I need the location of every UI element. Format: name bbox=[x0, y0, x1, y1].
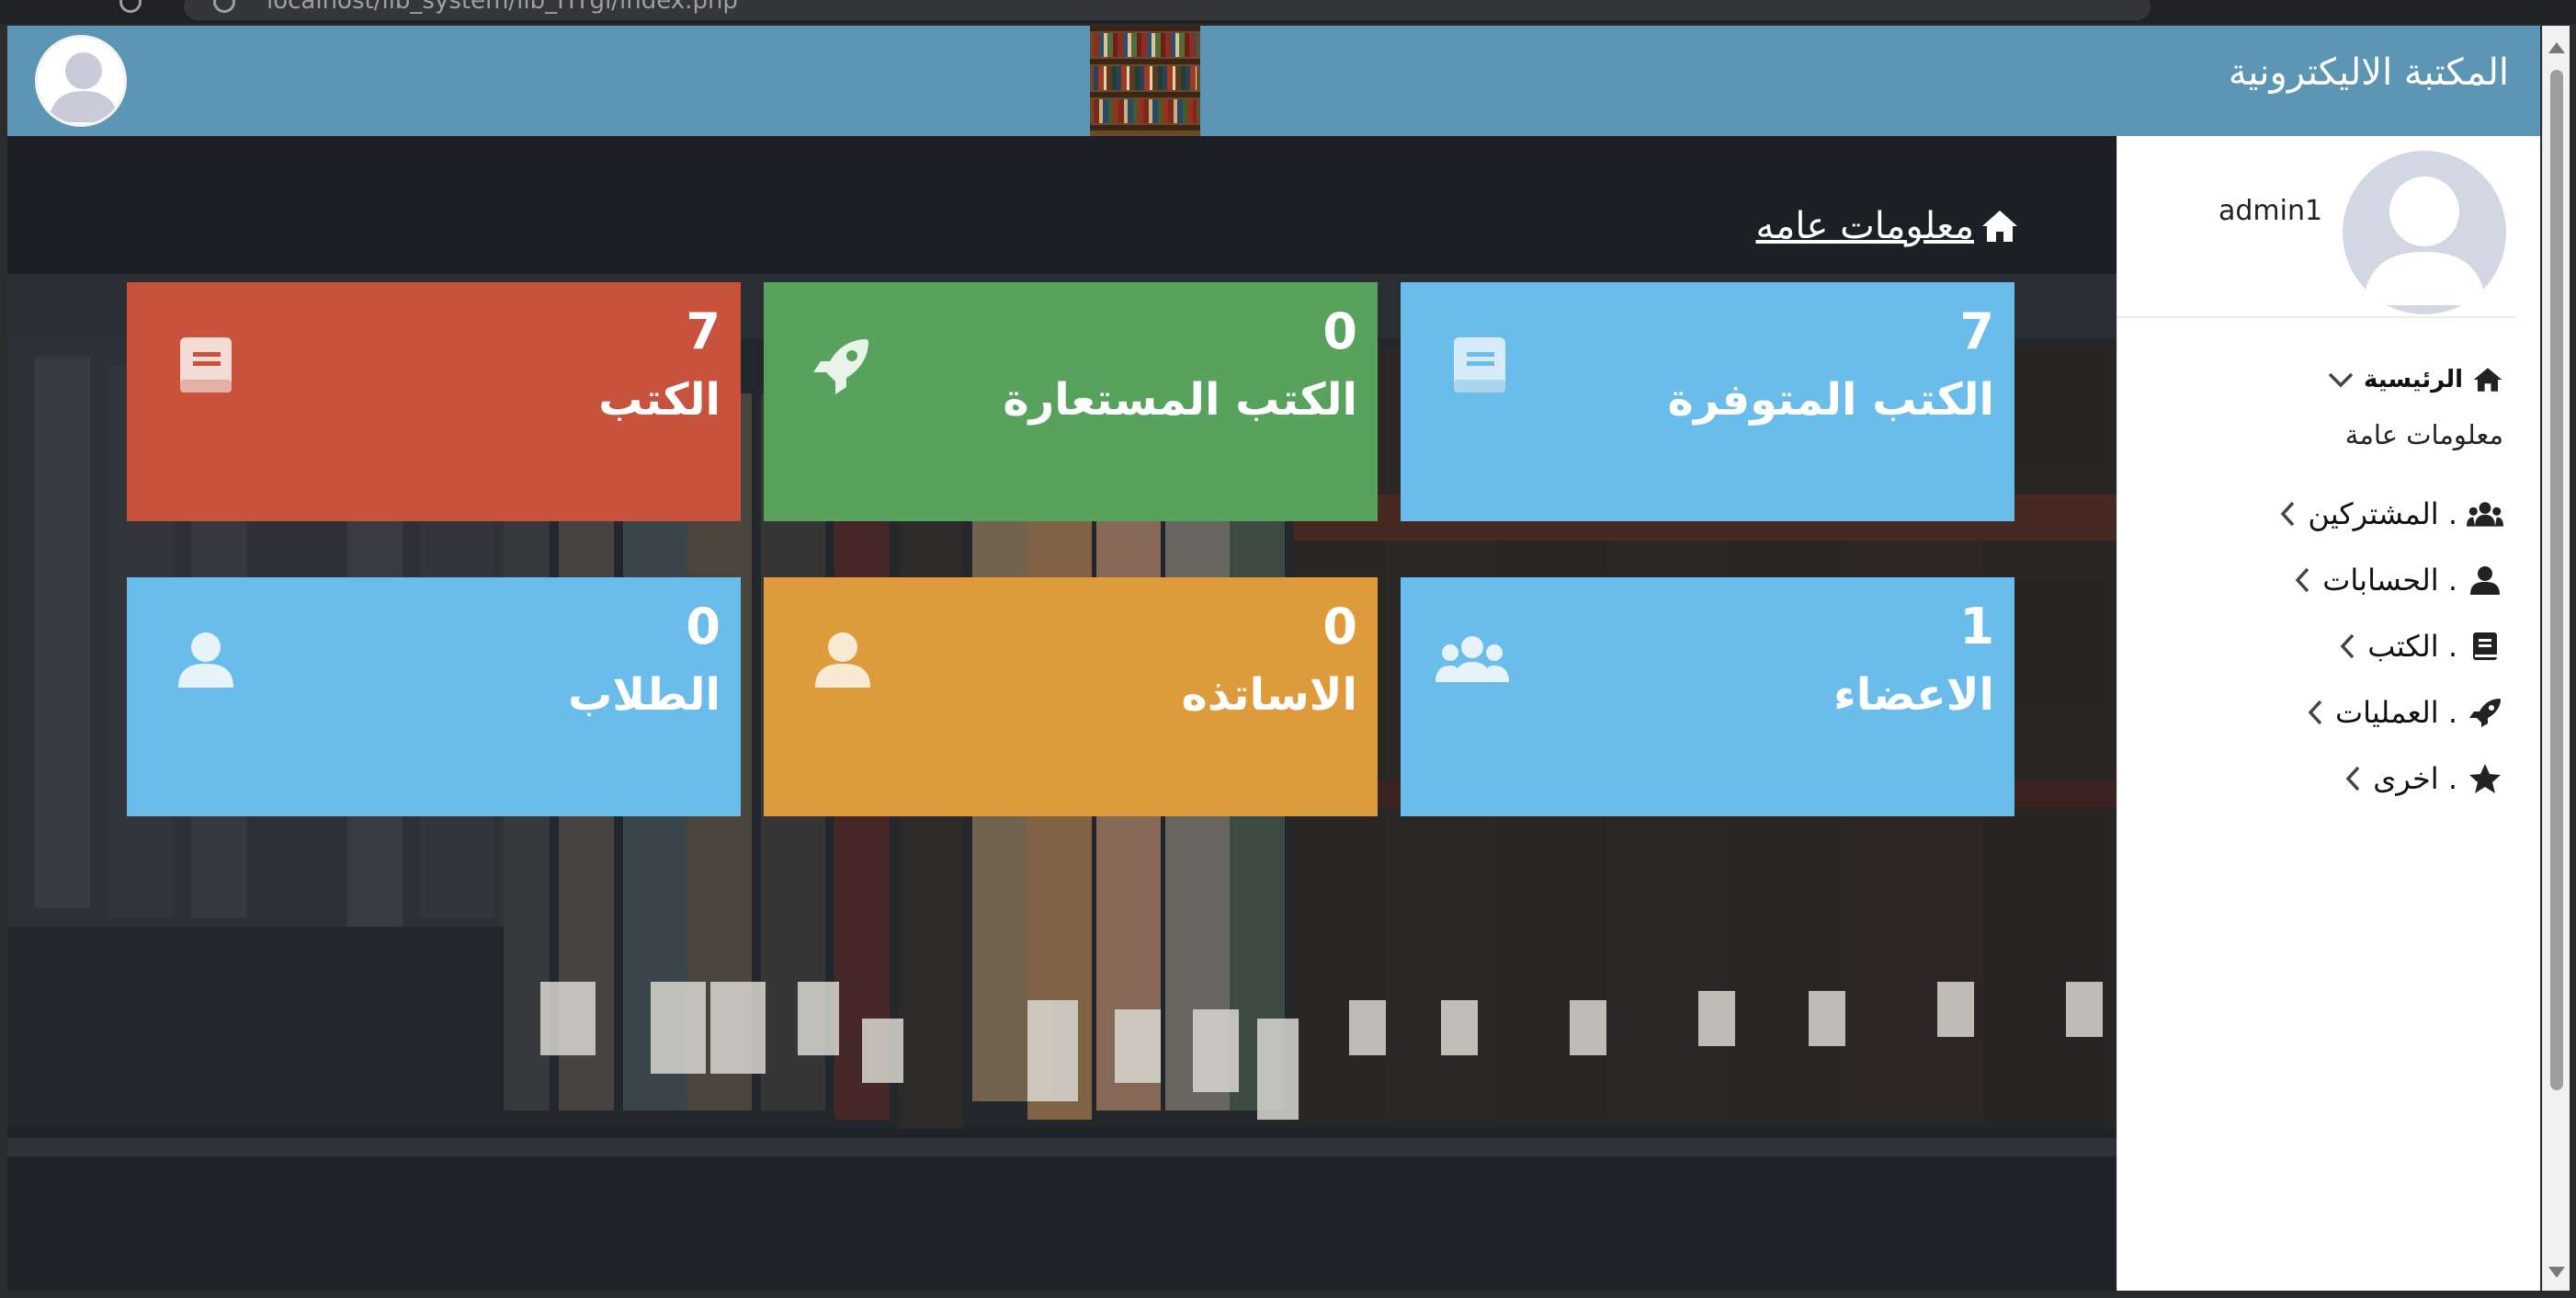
card-label: الطلاب bbox=[568, 669, 721, 721]
card-count: 7 bbox=[686, 302, 721, 360]
avatar-icon bbox=[2363, 176, 2486, 305]
scrollbar-thumb[interactable] bbox=[2550, 70, 2563, 1090]
user-icon bbox=[2470, 566, 2500, 595]
sidebar-item-operations[interactable]: . العمليات bbox=[2306, 689, 2503, 735]
browser-chrome: localhost/lib_system/lib_HTgl/index.php bbox=[0, 0, 2576, 24]
star-icon bbox=[2469, 764, 2501, 793]
chevron-left-icon bbox=[2345, 766, 2360, 791]
card-count: 7 bbox=[1959, 302, 1994, 360]
site-title: المكتبة الاليكترونية bbox=[2228, 51, 2509, 94]
card-count: 0 bbox=[686, 598, 721, 655]
chevron-left-icon bbox=[2308, 700, 2322, 725]
book-icon bbox=[180, 337, 232, 393]
card-label: الاعضاء bbox=[1833, 669, 1994, 721]
card-count: 1 bbox=[1959, 598, 1994, 655]
card-available-books[interactable]: 7 الكتب المتوفرة bbox=[1401, 282, 2014, 521]
card-borrowed-books[interactable]: 0 الكتب المستعارة bbox=[764, 282, 1378, 521]
book-icon bbox=[1454, 337, 1505, 393]
sidebar-item-label: . الكتب bbox=[2367, 629, 2457, 664]
rocket-icon bbox=[2469, 699, 2501, 727]
sidebar-subitem-general-info[interactable]: معلومات عامة bbox=[2345, 419, 2503, 450]
user-avatar[interactable] bbox=[35, 35, 127, 127]
sidebar-divider bbox=[2117, 316, 2516, 318]
chevron-down-icon bbox=[2328, 372, 2354, 388]
home-icon bbox=[1982, 211, 2017, 242]
card-label: الكتب المتوفرة bbox=[1667, 374, 1994, 426]
refresh-icon[interactable] bbox=[119, 0, 142, 13]
scroll-up-arrow-icon[interactable] bbox=[2548, 42, 2565, 53]
sidebar-username: admin1 bbox=[2219, 195, 2323, 227]
card-members[interactable]: 1 الاعضاء bbox=[1401, 577, 2014, 816]
scroll-down-arrow-icon[interactable] bbox=[2548, 1267, 2565, 1278]
sidebar-item-label: . العمليات bbox=[2334, 695, 2457, 730]
avatar-icon bbox=[49, 52, 119, 122]
sidebar-item-label: الرئيسية bbox=[2363, 366, 2463, 393]
main-content: معلومات عامه 7 الكتب المتوفرة 0 الكتب ال… bbox=[7, 136, 2116, 1291]
sidebar-item-label: . اخرى bbox=[2373, 761, 2457, 796]
sidebar-item-other[interactable]: . اخرى bbox=[2343, 756, 2503, 802]
card-students[interactable]: 0 الطلاب bbox=[127, 577, 741, 816]
user-icon bbox=[178, 632, 233, 688]
card-books[interactable]: 7 الكتب bbox=[127, 282, 741, 521]
card-count: 0 bbox=[1322, 302, 1357, 360]
sidebar-item-home[interactable]: الرئيسية bbox=[2327, 357, 2503, 403]
chevron-left-icon bbox=[2340, 633, 2355, 659]
user-icon bbox=[815, 632, 870, 688]
top-navbar: المكتبة الاليكترونية bbox=[7, 26, 2540, 136]
sidebar-item-label: . المشتركين bbox=[2308, 496, 2457, 531]
book-icon bbox=[2473, 632, 2497, 660]
section-title-general-info[interactable]: معلومات عامه bbox=[1753, 197, 2020, 256]
card-teachers[interactable]: 0 الاساتذه bbox=[764, 577, 1378, 816]
section-title-text: معلومات عامه bbox=[1755, 205, 1974, 247]
card-count: 0 bbox=[1322, 598, 1357, 655]
sidebar-avatar bbox=[2343, 151, 2506, 314]
users-icon bbox=[1436, 636, 1509, 682]
card-label: الكتب المستعارة bbox=[1003, 374, 1357, 426]
sidebar: admin1 الرئيسية معلومات عامة . المشتركين bbox=[2116, 136, 2540, 1291]
users-icon bbox=[2467, 502, 2503, 527]
library-logo bbox=[1090, 26, 1200, 136]
address-bar-url: localhost/lib_system/lib_HTgl/index.php bbox=[267, 0, 738, 15]
sidebar-item-accounts[interactable]: . الحسابات bbox=[2293, 557, 2503, 603]
sidebar-item-books[interactable]: . الكتب bbox=[2338, 623, 2503, 669]
card-label: الاساتذه bbox=[1181, 669, 1357, 721]
home-icon bbox=[2473, 368, 2502, 392]
rocket-icon bbox=[813, 339, 868, 394]
page-viewport: المكتبة الاليكترونية معلومات عامه 7 الكت… bbox=[7, 26, 2540, 1291]
chevron-left-icon bbox=[2295, 567, 2309, 593]
sidebar-item-subscribers[interactable]: . المشتركين bbox=[2278, 491, 2503, 537]
sidebar-item-label: . الحسابات bbox=[2322, 563, 2457, 598]
page-scrollbar[interactable] bbox=[2542, 26, 2570, 1291]
card-label: الكتب bbox=[598, 374, 721, 426]
chevron-left-icon bbox=[2281, 501, 2295, 527]
